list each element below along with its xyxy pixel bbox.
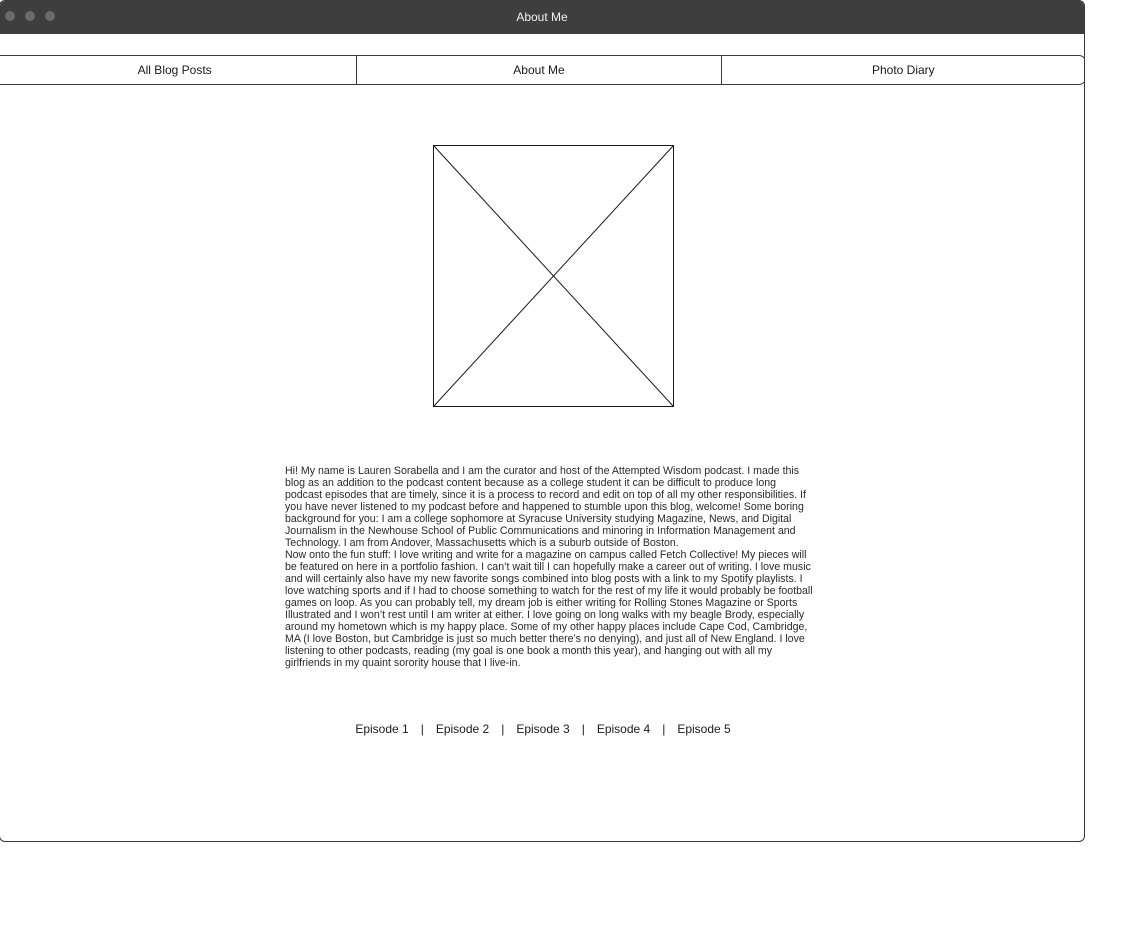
about-me-text: Hi! My name is Lauren Sorabella and I am… — [285, 465, 813, 669]
title-bar: About Me — [0, 1, 1084, 34]
nav-tab-about-me[interactable]: About Me — [356, 56, 720, 84]
episode-4-link[interactable]: Episode 4 — [597, 722, 650, 736]
episode-1-link[interactable]: Episode 1 — [355, 722, 408, 736]
window-title: About Me — [516, 10, 568, 24]
episode-separator: | — [662, 722, 666, 736]
episode-links: Episode 1 | Episode 2 | Episode 3 | Episode 4 |… — [285, 722, 801, 736]
episode-separator: | — [581, 722, 585, 736]
nav-tab-photo-diary[interactable]: Photo Diary — [720, 56, 1084, 84]
episode-2-link[interactable]: Episode 2 — [436, 722, 489, 736]
bio-paragraph-fun-stuff: Now onto the fun stuff: I love writing a… — [285, 549, 813, 669]
episode-separator: | — [501, 722, 505, 736]
episode-3-link[interactable]: Episode 3 — [516, 722, 569, 736]
image-placeholder-icon — [433, 145, 674, 407]
episode-5-link[interactable]: Episode 5 — [677, 722, 730, 736]
bio-paragraph-intro: Hi! My name is Lauren Sorabella and I am… — [285, 465, 806, 549]
nav-tab-all-blog-posts[interactable]: All Blog Posts — [0, 56, 356, 84]
browser-window: About Me All Blog Posts About Me Photo D… — [0, 0, 1085, 842]
episode-separator: | — [420, 722, 424, 736]
nav-bar: All Blog Posts About Me Photo Diary — [0, 55, 1084, 85]
